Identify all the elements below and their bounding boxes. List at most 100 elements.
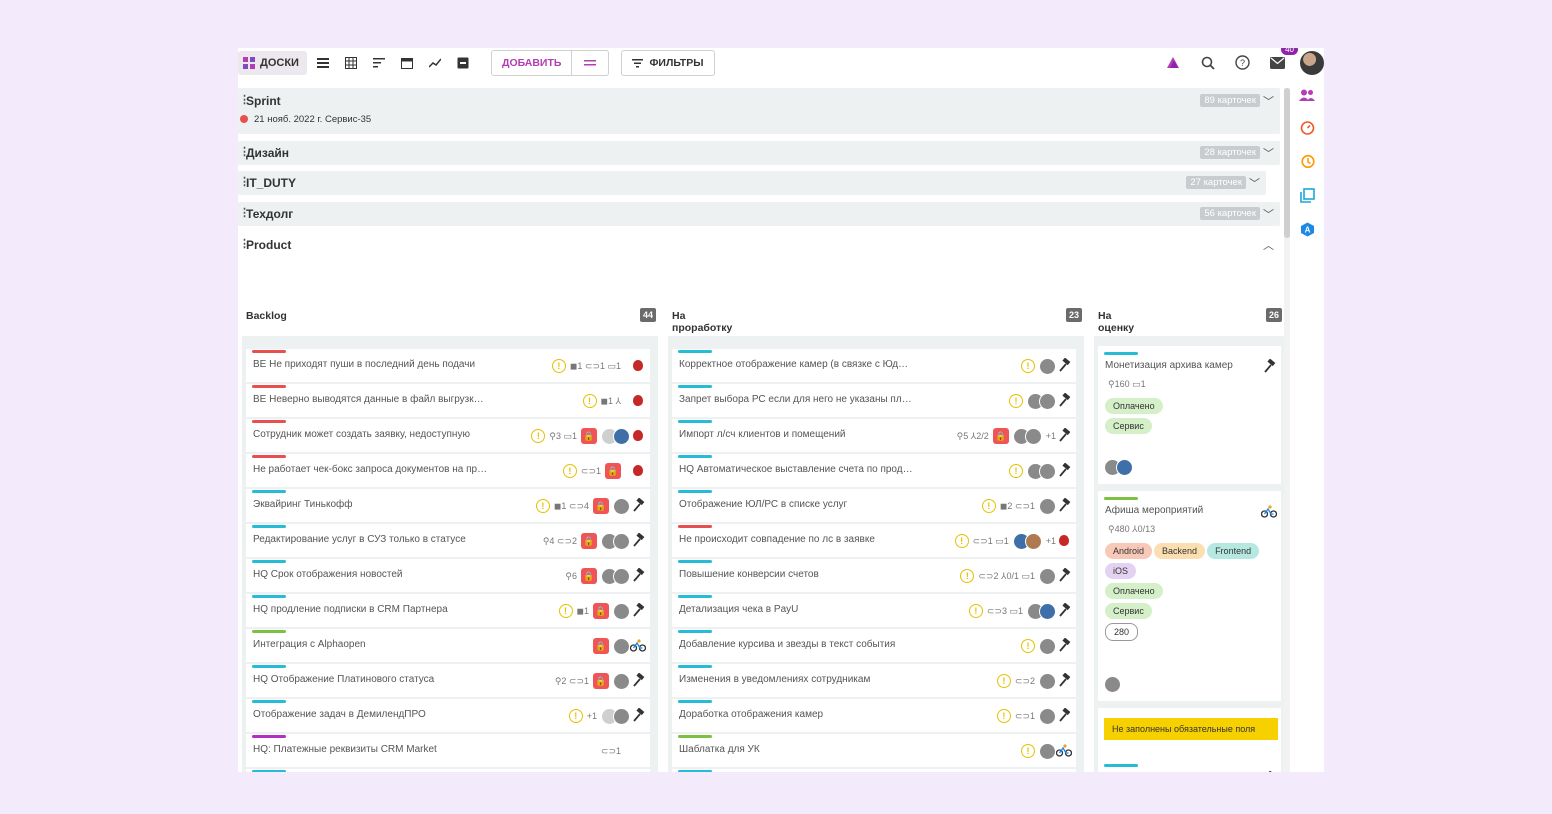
card[interactable]: HQ продление подписки в CRM Партнера! ◼1 🔒 [246, 594, 650, 627]
swimlane-1[interactable]: ⋮ Дизайн 28 карточек ﹀ [238, 141, 1280, 165]
card[interactable]: Монетизация архива камер ⚲160 ▭1 Оплачено С… [1098, 346, 1281, 484]
swimlane-3[interactable]: ⋮ Техдолг 56 карточек ﹀ [238, 202, 1280, 226]
assignees[interactable] [613, 497, 630, 515]
swimlane-4[interactable]: ⋮ Product ︿ [238, 233, 1280, 257]
avatar[interactable] [1039, 742, 1056, 760]
card[interactable]: Доработка отображения камер! ⊂⊃1 [672, 699, 1076, 732]
avatar[interactable] [613, 637, 630, 655]
avatar[interactable] [1116, 459, 1133, 476]
assignees[interactable] [1027, 602, 1056, 620]
tag[interactable]: Оплачено [1105, 583, 1163, 599]
automation-icon[interactable]: A [1300, 222, 1315, 242]
card[interactable]: HQ Срок отображения новостей ⚲6 🔒 [246, 559, 650, 592]
card[interactable]: HQ: отключать услуги при приостановке УЗ… [246, 769, 650, 772]
card[interactable]: Эквайринг Тинькофф! ◼1 ⊂⊃4 🔒 [246, 489, 650, 522]
tag[interactable]: Оплачено [1105, 398, 1163, 414]
calendar-icon[interactable] [393, 51, 421, 75]
help-icon[interactable]: ? [1230, 50, 1255, 75]
avatar[interactable] [1039, 637, 1056, 655]
avatar[interactable] [1039, 672, 1056, 690]
brand-icon[interactable] [1160, 50, 1185, 75]
assignees[interactable] [601, 532, 630, 550]
assignees[interactable] [613, 602, 630, 620]
avatar[interactable] [1039, 707, 1056, 725]
avatar[interactable] [1039, 567, 1056, 585]
assignees[interactable] [1039, 567, 1056, 585]
swimlane-0[interactable]: ⋮ Sprint 21 нояб. 2022 г. Сервис-35 89 карт… [238, 88, 1280, 134]
card[interactable]: Шаблатка для УК! [672, 734, 1076, 767]
assignees[interactable] [1039, 707, 1056, 725]
card[interactable]: HQ: Платежные реквизиты CRM Market ⊂⊃1 [246, 734, 650, 767]
assignees[interactable] [1027, 392, 1056, 410]
timer-icon[interactable] [1300, 120, 1315, 140]
tag[interactable]: Backend [1154, 543, 1206, 559]
card[interactable]: Не работает чек-бокс запроса документов … [246, 454, 650, 487]
assignees[interactable] [601, 707, 630, 725]
mail-icon[interactable]: 40 [1265, 48, 1298, 75]
chevron-down-icon[interactable]: ﹀ [1263, 206, 1274, 222]
assignees[interactable] [1104, 676, 1121, 693]
avatar[interactable] [613, 567, 630, 585]
assignees[interactable] [1039, 357, 1056, 375]
assignees[interactable] [1039, 742, 1056, 760]
grid-view-icon[interactable] [337, 51, 365, 75]
card[interactable]: Изменения в уведомлениях сотрудникам! ⊂⊃2 [672, 664, 1076, 697]
assignees[interactable] [1039, 637, 1056, 655]
avatar[interactable] [1039, 357, 1056, 375]
assignees[interactable] [1104, 459, 1133, 476]
add-menu-button[interactable] [572, 51, 608, 75]
tag[interactable]: 280 [1105, 623, 1139, 641]
card[interactable]: Добавление курсива и звезды в текст собы… [672, 629, 1076, 662]
chart-icon[interactable] [421, 51, 449, 75]
assignees[interactable] [1027, 462, 1056, 480]
tag[interactable]: Сервис [1105, 603, 1152, 619]
assignees[interactable] [601, 427, 630, 445]
card[interactable]: Импорт нескольких ЛС привязанных к одном… [672, 769, 1076, 772]
card[interactable]: BE Неверно выводятся данные в файл выгру… [246, 384, 650, 417]
card[interactable]: Редактирование услуг в СУЗ только в стат… [246, 524, 650, 557]
assignees[interactable] [1039, 497, 1056, 515]
chevron-down-icon[interactable]: ﹀ [1249, 175, 1260, 191]
avatar[interactable] [1104, 676, 1121, 693]
avatar[interactable] [613, 707, 630, 725]
avatar[interactable] [613, 497, 630, 515]
card[interactable]: Повышение конверсии счетов! ⊂⊃2 ⅄0/1 ▭1 [672, 559, 1076, 592]
assignees[interactable] [613, 672, 630, 690]
avatar[interactable] [1039, 602, 1056, 620]
tag[interactable]: Сервис [1105, 418, 1152, 434]
assignees[interactable] [613, 637, 630, 655]
chevron-up-icon[interactable]: ︿ [1263, 237, 1274, 253]
assignees[interactable] [1012, 532, 1042, 550]
card[interactable]: Отображение ЮЛ/РС в списке услуг! ◼2 ⊂⊃1 [672, 489, 1076, 522]
card[interactable]: HQ Автоматическое выставление счета по п… [672, 454, 1076, 487]
card[interactable]: Интеграция с Alphaopen 🔒 [246, 629, 650, 662]
boards-button[interactable]: ДОСКИ [238, 51, 307, 75]
chevron-down-icon[interactable]: ﹀ [1263, 93, 1274, 109]
history-icon[interactable] [1300, 154, 1315, 174]
sort-icon[interactable] [365, 51, 393, 75]
card[interactable]: Не заполнены обязательные поля Мероприяти… [1098, 708, 1281, 772]
tag[interactable]: Frontend [1207, 543, 1260, 559]
card[interactable]: Отображение задач в ДемилендПРО! +1 [246, 699, 650, 732]
chevron-down-icon[interactable]: ﹀ [1263, 145, 1274, 161]
avatar[interactable] [613, 602, 630, 620]
swimlane-2[interactable]: ⋮ IT_DUTY 27 карточек ﹀ [238, 171, 1266, 195]
users-icon[interactable] [1299, 88, 1315, 106]
avatar[interactable] [1039, 462, 1056, 480]
archive-icon[interactable] [449, 51, 477, 75]
copy-icon[interactable] [1299, 188, 1315, 208]
card[interactable]: Корректное отображение камер (в связке с… [672, 349, 1076, 382]
add-button[interactable]: ДОБАВИТЬ [492, 51, 573, 75]
card[interactable]: Запрет выбора РС если для него не указан… [672, 384, 1076, 417]
card[interactable]: Не происходит совпадение по лс в заявке!… [672, 524, 1076, 557]
assignees[interactable] [1012, 427, 1042, 445]
avatar[interactable] [613, 427, 630, 445]
avatar[interactable] [1024, 532, 1042, 550]
filters-button[interactable]: ФИЛЬТРЫ [621, 50, 715, 76]
card[interactable]: BE Не приходят пуши в последний день под… [246, 349, 650, 382]
assignees[interactable] [601, 567, 630, 585]
card[interactable]: Импорт л/сч клиентов и помещений ⚲5 ⅄2/2 🔒… [672, 419, 1076, 452]
card[interactable]: Афиша мероприятий ⚲480 ⅄0/13 Android Backen… [1098, 491, 1281, 701]
card[interactable]: Сотрудник может создать заявку, недоступ… [246, 419, 650, 452]
search-icon[interactable] [1195, 50, 1220, 75]
